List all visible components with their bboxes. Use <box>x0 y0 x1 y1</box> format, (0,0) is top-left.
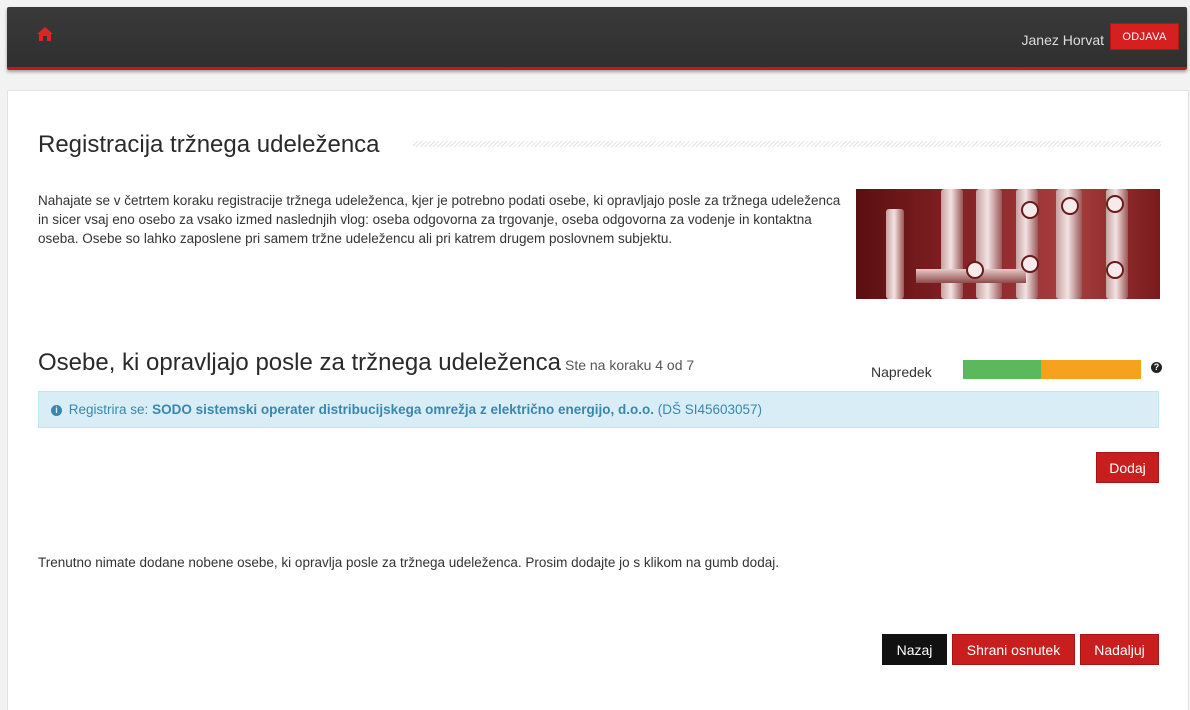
progress-bar <box>963 360 1141 379</box>
section-title-text: Osebe, ki opravljajo posle za tržnega ud… <box>38 349 561 376</box>
info-prefix: Registrira se: <box>68 402 149 417</box>
progress-fill <box>963 360 1042 379</box>
add-button[interactable]: Dodaj <box>1096 452 1159 483</box>
logout-button[interactable]: ODJAVA <box>1110 23 1179 50</box>
main-card: Registracija tržnega udeleženca Nahajate… <box>7 90 1189 710</box>
progress-label: Napredek <box>871 364 932 380</box>
continue-button[interactable]: Nadaljuj <box>1080 634 1159 665</box>
entity-name: SODO sistemski operater distribucijskega… <box>152 402 654 417</box>
help-icon[interactable]: ? <box>1151 362 1162 373</box>
info-alert: i Registrira se: SODO sistemski operater… <box>38 391 1159 428</box>
home-icon[interactable] <box>37 27 53 41</box>
header-image <box>856 189 1160 299</box>
empty-state-message: Trenutno nimate dodane nobene osebe, ki … <box>38 555 779 570</box>
save-draft-button[interactable]: Shrani osnutek <box>952 634 1075 665</box>
back-button[interactable]: Nazaj <box>882 634 947 665</box>
entity-tax-id: (DŠ SI45603057) <box>657 402 763 417</box>
step-indicator: Ste na koraku 4 od 7 <box>564 357 695 373</box>
top-navbar: Janez Horvat ODJAVA <box>7 7 1187 70</box>
user-name: Janez Horvat <box>1021 32 1104 48</box>
page-title: Registracija tržnega udeleženca <box>38 131 380 158</box>
info-icon: i <box>51 405 62 416</box>
title-divider <box>413 141 1161 147</box>
intro-text: Nahajate se v četrtem koraku registracij… <box>38 193 841 246</box>
section-title: Osebe, ki opravljajo posle za tržnega ud… <box>38 349 694 377</box>
